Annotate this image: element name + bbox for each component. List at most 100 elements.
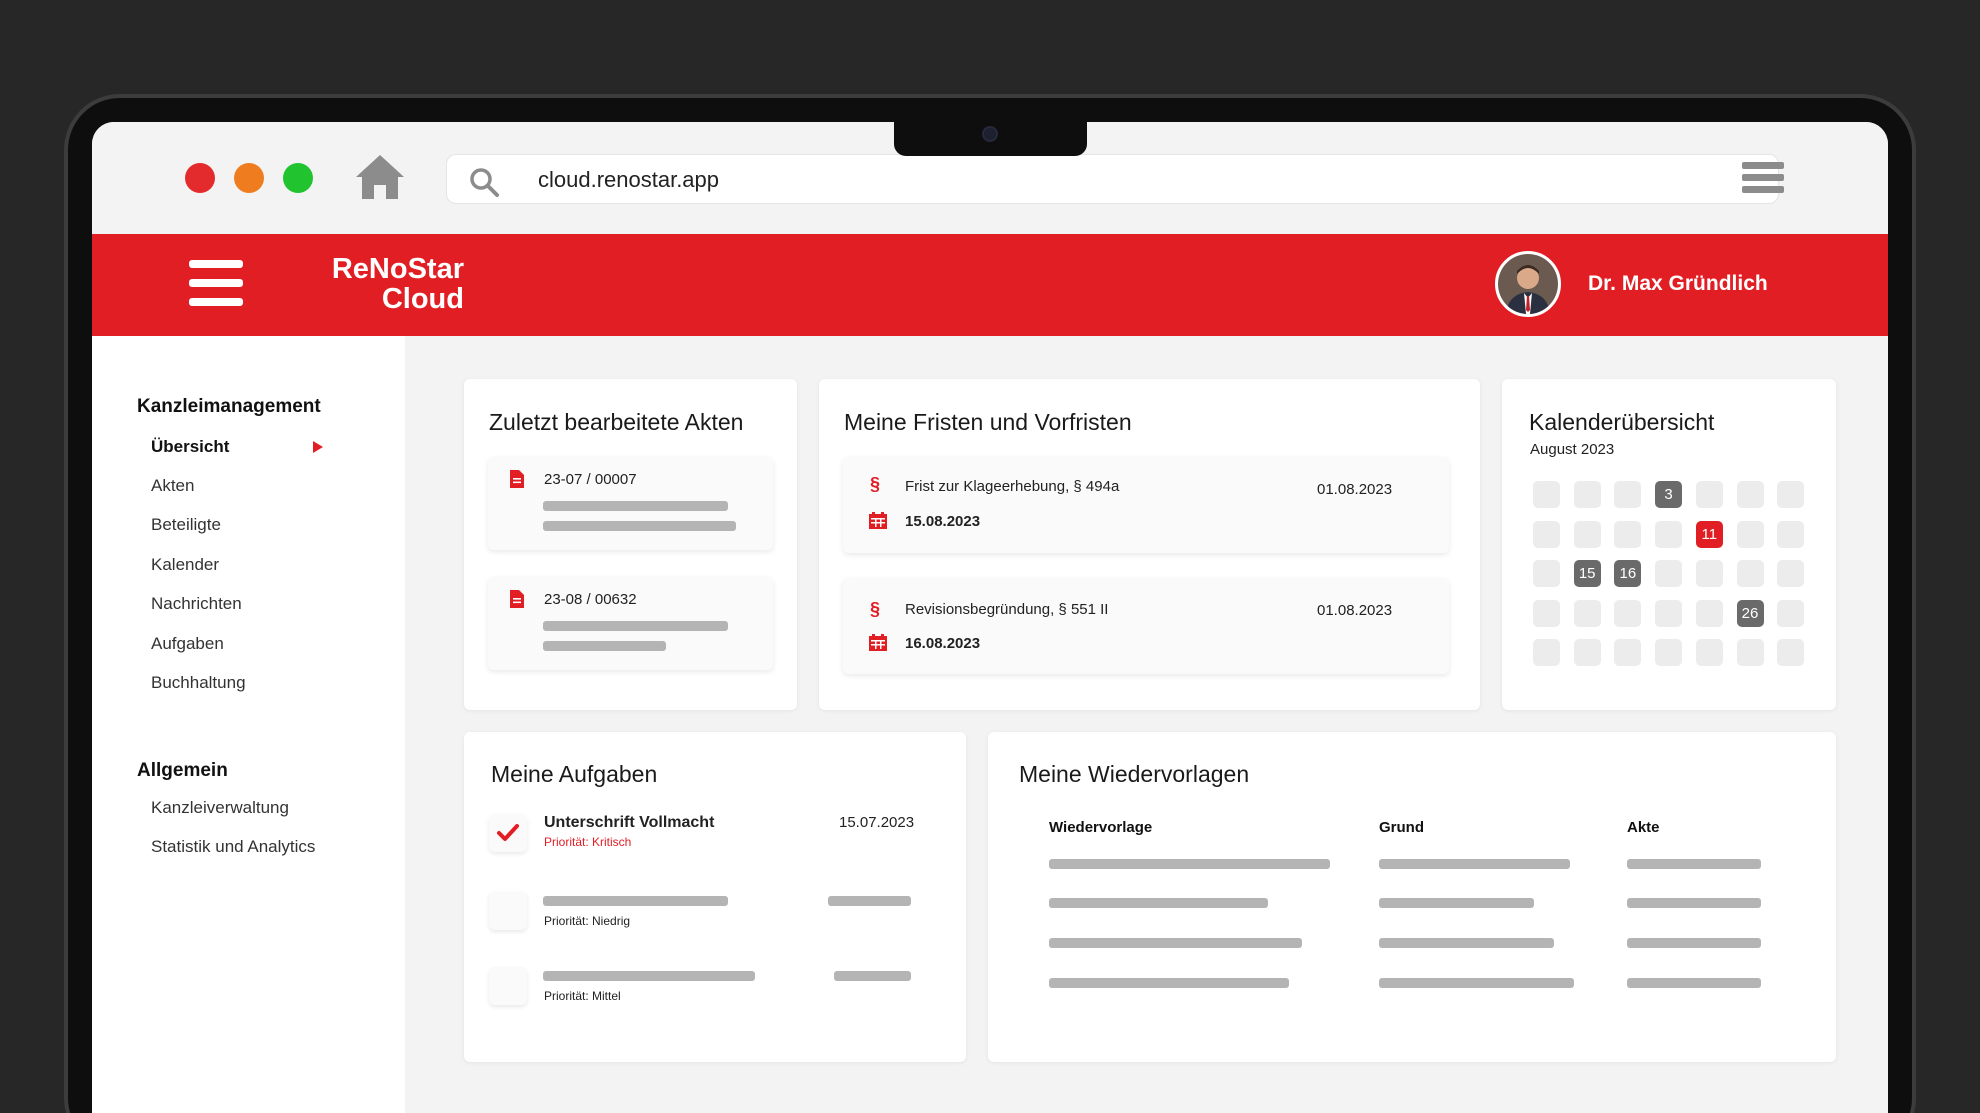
sidebar-item-kalender[interactable]: Kalender bbox=[151, 555, 219, 575]
document-icon bbox=[510, 470, 524, 488]
calendar-day[interactable] bbox=[1736, 481, 1764, 508]
deadline-item[interactable]: § Revisionsbegründung, § 551 II 01.08.20… bbox=[843, 578, 1449, 674]
sidebar-item-aufgaben[interactable]: Aufgaben bbox=[151, 634, 224, 654]
browser-menu-icon[interactable] bbox=[1742, 162, 1784, 200]
task-title[interactable]: Unterschrift Vollmacht bbox=[544, 814, 714, 832]
url-text: cloud.renostar.app bbox=[538, 167, 720, 192]
calendar-day[interactable] bbox=[1614, 639, 1642, 667]
placeholder-bar bbox=[1049, 898, 1268, 908]
placeholder-bar bbox=[1049, 859, 1330, 869]
placeholder-bar bbox=[543, 896, 728, 906]
calendar-icon bbox=[869, 634, 887, 651]
calendar-day[interactable] bbox=[1695, 639, 1723, 667]
calendar-day-marked[interactable]: 16 bbox=[1614, 560, 1642, 588]
deadline-pre-date: 01.08.2023 bbox=[1317, 602, 1393, 619]
placeholder-bar bbox=[543, 501, 728, 511]
calendar-day[interactable] bbox=[1573, 599, 1601, 627]
deadline-item[interactable]: § Frist zur Klageerhebung, § 494a 01.08.… bbox=[843, 457, 1449, 553]
window-minimize-button[interactable] bbox=[234, 163, 264, 193]
placeholder-bar bbox=[543, 971, 755, 981]
task-date: 15.07.2023 bbox=[839, 814, 915, 831]
deadlines-card: Meine Fristen und Vorfristen § Frist zur… bbox=[819, 379, 1480, 710]
file-item[interactable]: 23-08 / 00632 bbox=[488, 577, 773, 670]
camera-icon bbox=[982, 126, 998, 142]
calendar-day[interactable] bbox=[1533, 560, 1560, 588]
calendar-day[interactable] bbox=[1614, 599, 1642, 627]
placeholder-bar bbox=[1627, 898, 1761, 908]
calendar-day[interactable] bbox=[1695, 599, 1723, 627]
paragraph-icon: § bbox=[870, 474, 881, 494]
home-icon[interactable] bbox=[354, 152, 406, 202]
placeholder-bar bbox=[828, 896, 911, 906]
calendar-day[interactable] bbox=[1655, 560, 1683, 588]
app-menu-icon[interactable] bbox=[189, 260, 243, 306]
calendar-day[interactable] bbox=[1614, 520, 1642, 548]
calendar-day[interactable] bbox=[1655, 599, 1683, 627]
checkmark-icon bbox=[497, 824, 519, 841]
calendar-month: August 2023 bbox=[1530, 441, 1615, 458]
calendar-day[interactable] bbox=[1736, 560, 1764, 588]
calendar-day[interactable] bbox=[1736, 520, 1764, 548]
app-logo[interactable]: ReNoStar Cloud bbox=[314, 254, 464, 314]
calendar-day-marked[interactable]: 3 bbox=[1655, 481, 1683, 508]
task-checkbox[interactable] bbox=[489, 892, 527, 930]
deadline-due-date: 16.08.2023 bbox=[905, 635, 981, 652]
file-item[interactable]: 23-07 / 00007 bbox=[488, 457, 773, 550]
paragraph-icon: § bbox=[870, 599, 881, 619]
calendar-icon bbox=[869, 512, 887, 529]
calendar-day[interactable] bbox=[1695, 560, 1723, 588]
address-bar[interactable]: cloud.renostar.app bbox=[446, 154, 1779, 204]
calendar-day[interactable] bbox=[1777, 639, 1805, 667]
column-header-wiedervorlage[interactable]: Wiedervorlage bbox=[1049, 819, 1152, 836]
screen: cloud.renostar.app ReNoStar Cloud Dr. Ma… bbox=[92, 122, 1888, 1113]
card-title: Kalenderübersicht bbox=[1529, 409, 1715, 435]
search-icon bbox=[470, 168, 499, 197]
sidebar-section-kanzleimanagement: Kanzleimanagement bbox=[137, 396, 321, 417]
file-number: 23-08 / 00632 bbox=[544, 591, 637, 608]
calendar-day[interactable] bbox=[1777, 520, 1805, 548]
sidebar-item-beteiligte[interactable]: Beteiligte bbox=[151, 515, 221, 535]
calendar-day[interactable] bbox=[1533, 599, 1560, 627]
sidebar-item-akten[interactable]: Akten bbox=[151, 476, 194, 496]
avatar[interactable] bbox=[1495, 251, 1561, 317]
deadline-label: Frist zur Klageerhebung, § 494a bbox=[905, 478, 1120, 495]
sidebar-item-statistik[interactable]: Statistik und Analytics bbox=[151, 837, 315, 857]
calendar-day[interactable] bbox=[1533, 481, 1560, 508]
window-maximize-button[interactable] bbox=[283, 163, 313, 193]
card-title: Meine Aufgaben bbox=[491, 761, 658, 787]
file-number: 23-07 / 00007 bbox=[544, 471, 637, 488]
calendar-day[interactable] bbox=[1777, 481, 1805, 508]
window-close-button[interactable] bbox=[185, 163, 215, 193]
column-header-grund[interactable]: Grund bbox=[1379, 819, 1424, 836]
calendar-day[interactable] bbox=[1695, 481, 1723, 508]
calendar-day[interactable] bbox=[1736, 639, 1764, 667]
calendar-day[interactable] bbox=[1655, 520, 1683, 548]
calendar-day[interactable] bbox=[1614, 481, 1642, 508]
sidebar-item-uebersicht[interactable]: Übersicht bbox=[151, 437, 323, 457]
calendar-day-marked[interactable]: 11 bbox=[1695, 520, 1723, 548]
calendar-day[interactable] bbox=[1777, 560, 1805, 588]
sidebar-item-nachrichten[interactable]: Nachrichten bbox=[151, 594, 242, 614]
calendar-day-marked[interactable]: 26 bbox=[1736, 599, 1764, 627]
task-checkbox[interactable] bbox=[489, 814, 527, 852]
sidebar-item-buchhaltung[interactable]: Buchhaltung bbox=[151, 673, 246, 693]
calendar-card: Kalenderübersicht August 2023 3 11 15 16 26 bbox=[1502, 379, 1836, 710]
deadline-pre-date: 01.08.2023 bbox=[1317, 481, 1393, 498]
task-checkbox[interactable] bbox=[489, 967, 527, 1005]
logo-line-2: Cloud bbox=[381, 283, 464, 315]
calendar-day[interactable] bbox=[1777, 599, 1805, 627]
sidebar-item-kanzleiverwaltung[interactable]: Kanzleiverwaltung bbox=[151, 798, 289, 818]
placeholder-bar bbox=[1379, 978, 1574, 988]
calendar-day[interactable] bbox=[1573, 520, 1601, 548]
calendar-day[interactable] bbox=[1573, 639, 1601, 667]
calendar-day[interactable] bbox=[1533, 520, 1560, 548]
calendar-day-marked[interactable]: 15 bbox=[1573, 560, 1601, 588]
placeholder-bar bbox=[1627, 978, 1761, 988]
user-name[interactable]: Dr. Max Gründlich bbox=[1588, 272, 1768, 296]
calendar-day[interactable] bbox=[1655, 639, 1683, 667]
deadline-label: Revisionsbegründung, § 551 II bbox=[905, 601, 1109, 618]
calendar-day[interactable] bbox=[1573, 481, 1601, 508]
column-header-akte[interactable]: Akte bbox=[1627, 819, 1660, 836]
calendar-day[interactable] bbox=[1533, 639, 1560, 667]
recent-files-card: Zuletzt bearbeitete Akten 23-07 / 00007 … bbox=[464, 379, 797, 710]
